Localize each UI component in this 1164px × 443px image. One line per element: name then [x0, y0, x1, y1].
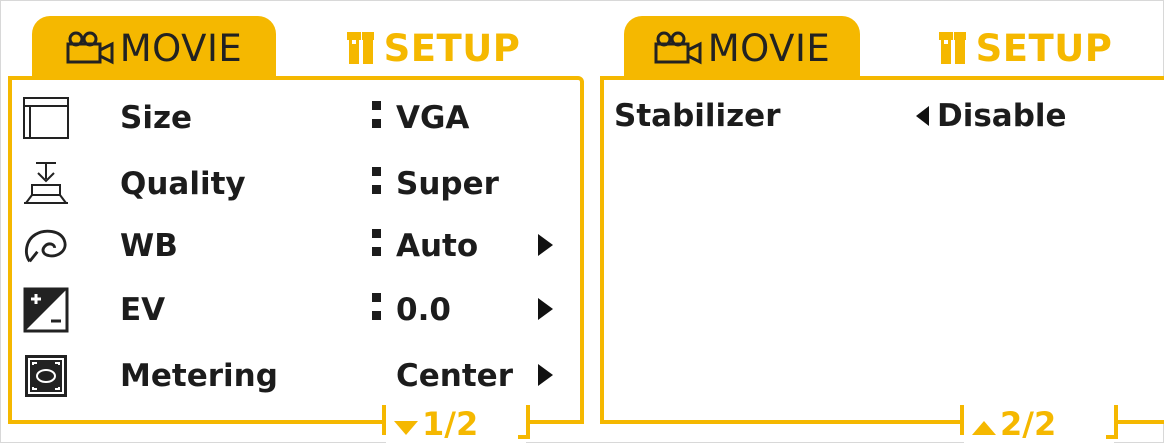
chevron-right-icon[interactable]: [538, 292, 553, 328]
row-value: Auto: [396, 228, 479, 264]
tools-icon: [346, 30, 380, 66]
tools-icon: [938, 30, 972, 66]
movie-camera-icon: [66, 30, 116, 66]
row-value: 0.0: [396, 292, 451, 328]
row-value: Disable: [937, 98, 1067, 134]
menu-content: Stabilizer Disable: [600, 76, 1164, 424]
page-number: 2/2: [1000, 405, 1057, 443]
row-label: Quality: [120, 166, 246, 202]
tab-movie-label: MOVIE: [707, 26, 831, 70]
chevron-left-icon[interactable]: [916, 98, 937, 134]
exposure-value-icon: [22, 286, 70, 334]
separator-colon: [372, 225, 382, 267]
row-label: WB: [120, 228, 178, 264]
tab-movie-label: MOVIE: [119, 26, 243, 70]
row-value: Center: [396, 358, 513, 394]
separator-colon: [372, 289, 382, 331]
tab-setup-label: SETUP: [383, 26, 521, 70]
page-down-icon[interactable]: [394, 405, 422, 443]
tab-setup[interactable]: SETUP: [338, 16, 528, 80]
row-value-group[interactable]: Disable: [916, 98, 1067, 134]
menu-row-wb[interactable]: WB Auto: [12, 214, 580, 278]
row-label: Stabilizer: [614, 98, 781, 134]
tab-setup[interactable]: SETUP: [930, 16, 1120, 80]
tab-movie[interactable]: MOVIE: [32, 16, 276, 80]
row-label: Size: [120, 100, 193, 136]
row-value: Super: [396, 166, 499, 202]
menu-row-metering[interactable]: Metering Center: [12, 344, 580, 408]
quality-icon: [22, 160, 70, 208]
row-value: VGA: [396, 100, 470, 136]
metering-icon: [22, 352, 70, 400]
menu-row-stabilizer[interactable]: Stabilizer Disable: [614, 88, 1164, 144]
row-label: Metering: [120, 358, 278, 394]
page-indicator: 2/2: [960, 405, 1118, 443]
menu-content: Size VGA Quality Super WB Auto EV 0.0 Me…: [8, 76, 584, 424]
page-up-icon[interactable]: [972, 405, 1000, 443]
chevron-right-icon[interactable]: [538, 358, 553, 394]
page-indicator: 1/2: [382, 405, 530, 443]
menu-row-quality[interactable]: Quality Super: [12, 152, 580, 216]
movie-camera-icon: [654, 30, 704, 66]
separator-colon: [372, 163, 382, 205]
white-balance-icon: [22, 222, 70, 270]
chevron-right-icon[interactable]: [538, 228, 553, 264]
tab-setup-label: SETUP: [975, 26, 1113, 70]
movie-menu-page-2: MOVIE SETUP Stabilizer Disable 2/2: [600, 16, 1164, 443]
menu-row-size[interactable]: Size VGA: [12, 86, 580, 150]
movie-menu-page-1: MOVIE SETUP Size VGA Quality Super WB Au…: [8, 16, 584, 443]
menu-row-ev[interactable]: EV 0.0: [12, 278, 580, 342]
image-size-icon: [22, 94, 70, 142]
row-label: EV: [120, 292, 166, 328]
page-number: 1/2: [422, 405, 479, 443]
separator-colon: [372, 97, 382, 139]
tab-movie[interactable]: MOVIE: [624, 16, 860, 80]
